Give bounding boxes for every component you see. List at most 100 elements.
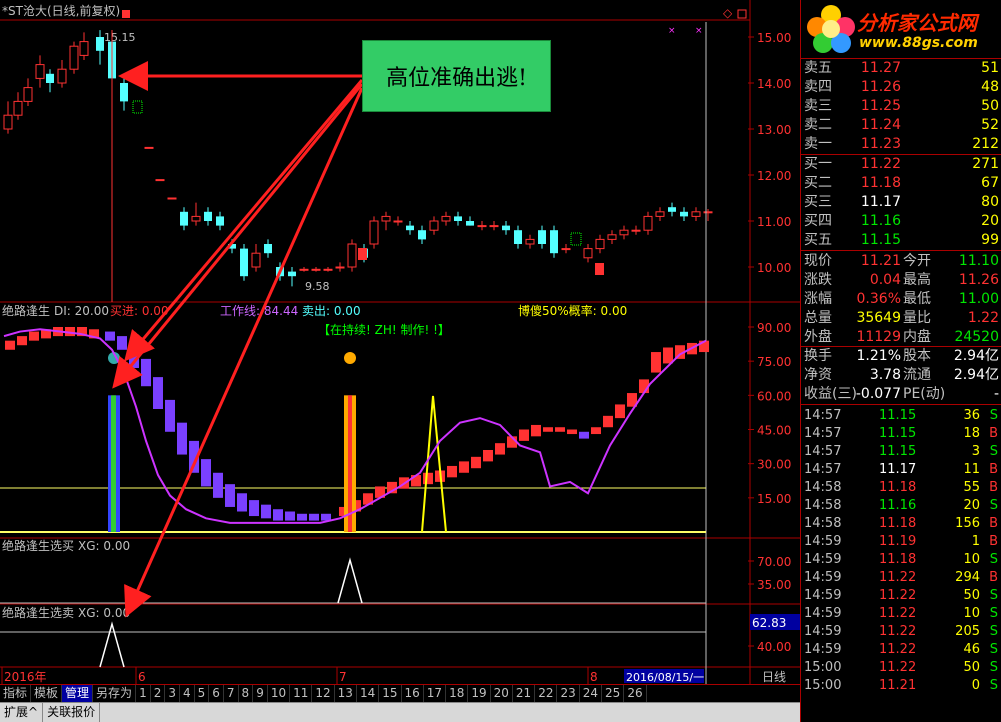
toolbar-number[interactable]: 5	[195, 685, 210, 702]
ask-row[interactable]: 卖一 11.23 212	[801, 135, 1001, 153]
logo-site: www.88gs.com	[859, 35, 978, 51]
price-label: 15.00	[757, 31, 791, 45]
tick-row: 14:58 11.18 55 B	[801, 479, 1001, 497]
toolbar-number[interactable]: 7	[224, 685, 239, 702]
histogram-bar	[201, 459, 211, 487]
ask-row[interactable]: 卖三 11.25 50	[801, 97, 1001, 115]
stat-label: 收益(三)	[804, 386, 857, 402]
toolbar-number[interactable]: 20	[491, 685, 513, 702]
toolbar-number[interactable]: 18	[446, 685, 469, 702]
toolbar-number[interactable]: 4	[180, 685, 195, 702]
toolbar-tab[interactable]: 模板	[31, 685, 63, 702]
candle-body	[668, 207, 676, 212]
ind3-label: 40.00	[757, 640, 791, 654]
status-item[interactable]: 扩展^	[0, 703, 44, 722]
candle-body	[13, 100, 23, 116]
tick-row: 14:59 11.22 46 S	[801, 641, 1001, 659]
bid-row[interactable]: 买四 11.16 20	[801, 212, 1001, 230]
tick-volume: 55	[963, 480, 980, 495]
toolbar-number[interactable]: 19	[468, 685, 491, 702]
toolbar-number[interactable]: 14	[357, 685, 380, 702]
ind2-label: 70.00	[757, 555, 791, 569]
histogram-bar	[459, 461, 469, 473]
toolbar-number[interactable]: 6	[209, 685, 224, 702]
histogram-bar	[105, 331, 115, 341]
stat-value: 2.94亿	[953, 348, 999, 364]
toolbar-number[interactable]: 1	[136, 685, 151, 702]
tick-volume: 20	[963, 498, 980, 513]
toolbar-number[interactable]: 11	[290, 685, 313, 702]
tick-side: B	[989, 516, 998, 531]
tick-row: 14:58 11.18 156 B	[801, 515, 1001, 533]
price-label: 13.00	[757, 123, 791, 137]
toolbar-number[interactable]: 2	[151, 685, 166, 702]
tick-price: 11.19	[879, 534, 917, 549]
high-marker: 15.15	[104, 31, 136, 44]
candle-body	[3, 114, 13, 130]
status-item[interactable]: 关联报价	[43, 703, 101, 722]
toolbar-number[interactable]: 25	[602, 685, 625, 702]
price-label: 10.00	[757, 261, 791, 275]
toolbar-tab[interactable]: 指标	[0, 685, 32, 702]
period-label: 日线	[762, 670, 786, 684]
tick-time: 15:00	[804, 678, 842, 693]
ask-row[interactable]: 卖四 11.26 48	[801, 78, 1001, 96]
toolbar-number[interactable]: 24	[580, 685, 603, 702]
tick-volume: 294	[955, 570, 980, 585]
toolbar-number[interactable]: 17	[424, 685, 447, 702]
tick-time: 14:59	[804, 624, 842, 639]
histogram-bar	[165, 399, 175, 432]
candle-body	[538, 230, 546, 244]
row-volume: 212	[972, 136, 999, 152]
logo: 分析家公式网 www.88gs.com	[801, 0, 1001, 58]
candle-body	[525, 238, 535, 245]
x-label: 6	[138, 670, 146, 684]
toolbar-number[interactable]: 21	[513, 685, 536, 702]
histogram-bar	[261, 504, 271, 519]
tick-time: 14:57	[804, 426, 842, 441]
price-label: 11.00	[757, 215, 791, 229]
toolbar-tab[interactable]: 管理	[62, 685, 94, 702]
toolbar-number[interactable]: 23	[557, 685, 580, 702]
toolbar-number[interactable]: 22	[535, 685, 558, 702]
tick-volume: 36	[963, 408, 980, 423]
toolbar-number[interactable]: 10	[268, 685, 291, 702]
toolbar-tab[interactable]: 另存为	[93, 685, 137, 702]
ind1-label: 45.00	[757, 424, 791, 438]
toolbar-number[interactable]: 16	[402, 685, 424, 702]
candle-body	[23, 87, 33, 102]
bid-row[interactable]: 买五 11.15 99	[801, 231, 1001, 249]
toolbar-number[interactable]: 26	[624, 685, 647, 702]
row-price: 11.23	[860, 136, 901, 152]
tick-volume: 18	[963, 426, 980, 441]
toolbar-number[interactable]: 13	[335, 685, 357, 702]
toolbar-number[interactable]: 3	[165, 685, 180, 702]
tick-row: 14:59 11.19 1 B	[801, 533, 1001, 551]
ask-row[interactable]: 卖二 11.24 52	[801, 116, 1001, 134]
stat-label: 量比	[903, 310, 931, 326]
row-label: 卖五	[804, 60, 832, 76]
tick-row: 15:00 11.22 50 S	[801, 659, 1001, 677]
toolbar-number[interactable]: 9	[253, 685, 268, 702]
stat-label: 股本	[903, 348, 931, 364]
bid-row[interactable]: 买三 11.17 80	[801, 193, 1001, 211]
bid-row[interactable]: 买一 11.22 271	[801, 155, 1001, 173]
bid-row[interactable]: 买二 11.18 67	[801, 174, 1001, 192]
stat-value: 2.94亿	[953, 367, 999, 383]
stat-value: 11.26	[958, 272, 999, 288]
row-label: 买二	[804, 175, 832, 191]
stat-label: 最高	[903, 272, 931, 288]
tick-price: 11.22	[879, 570, 917, 585]
candle-body	[369, 220, 379, 245]
ind3-value: XG: 0.00	[78, 606, 130, 620]
ask-row[interactable]: 卖五 11.27 51	[801, 59, 1001, 77]
candle-body	[167, 197, 177, 200]
row-volume: 48	[981, 79, 999, 95]
tick-row: 14:57 11.15 36 S	[801, 407, 1001, 425]
candle-body	[418, 230, 426, 240]
ind1-bet: 博傻50%概率: 0.00	[518, 303, 627, 318]
toolbar-number[interactable]: 8	[239, 685, 254, 702]
toolbar-number[interactable]: 12	[312, 685, 335, 702]
toolbar-number[interactable]: 15	[379, 685, 402, 702]
stat-value: 11.00	[958, 291, 999, 307]
